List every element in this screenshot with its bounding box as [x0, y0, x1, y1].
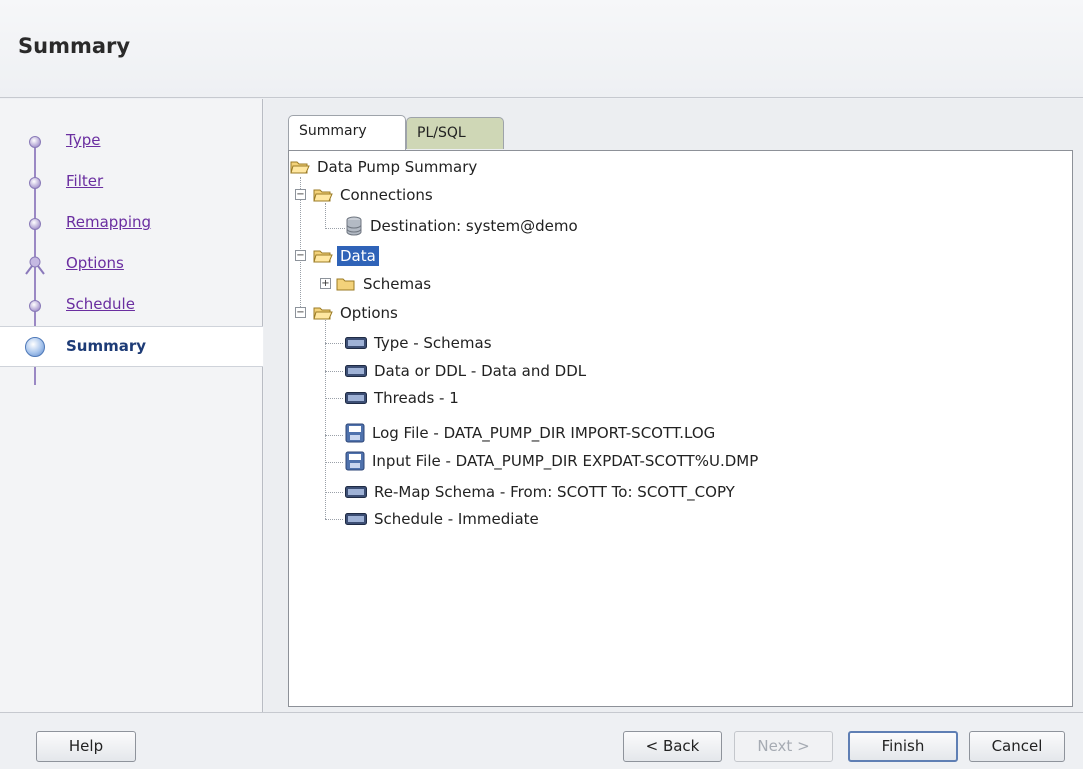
step-schedule-link[interactable]: Schedule	[66, 295, 135, 313]
tree-connector	[325, 435, 343, 436]
step-options-link[interactable]: Options	[66, 254, 124, 272]
folder-open-icon	[313, 250, 333, 263]
tree-node-label: Type - Schemas	[374, 334, 492, 352]
current-step-icon	[25, 337, 45, 357]
tree-node-label: Schedule - Immediate	[374, 510, 539, 528]
file-icon	[345, 423, 365, 443]
property-icon	[345, 337, 367, 349]
tree-node-label: Options	[340, 304, 398, 322]
property-icon	[345, 513, 367, 525]
tree-connector	[325, 462, 343, 463]
tree-connector	[325, 315, 326, 519]
tree-node-connections[interactable]: Connections	[313, 183, 436, 207]
step-remapping[interactable]: Remapping	[0, 203, 263, 244]
tree-node-label: Schemas	[363, 275, 432, 293]
tree-node-root[interactable]: Data Pump Summary	[290, 155, 480, 179]
tab-summary[interactable]: Summary	[288, 115, 406, 150]
step-options[interactable]: Options	[0, 244, 263, 285]
expand-icon[interactable]: +	[320, 278, 331, 289]
step-filter-link[interactable]: Filter	[66, 172, 103, 190]
tree-node-label: Log File - DATA_PUMP_DIR IMPORT-SCOTT.LO…	[372, 424, 716, 442]
back-button[interactable]: < Back	[623, 731, 722, 762]
step-bead-icon	[29, 136, 41, 148]
file-icon	[345, 451, 365, 471]
tree-node-label-selected: Data	[337, 246, 379, 266]
tree-node-label: Connections	[340, 186, 433, 204]
step-type[interactable]: Type	[0, 121, 263, 162]
step-bead-icon	[29, 218, 41, 230]
tree-node-option[interactable]: Input File - DATA_PUMP_DIR EXPDAT-SCOTT%…	[345, 449, 761, 473]
tree-node-schemas[interactable]: Schemas	[336, 272, 434, 296]
page-title: Summary	[18, 34, 131, 58]
tab-plsql[interactable]: PL/SQL	[406, 117, 504, 149]
step-summary[interactable]: Summary	[0, 326, 263, 367]
tree-connector	[325, 228, 345, 229]
property-icon	[345, 486, 367, 498]
step-type-link[interactable]: Type	[66, 131, 100, 149]
summary-tree[interactable]: Data Pump Summary − Connections Destinat…	[288, 150, 1073, 707]
tree-node-options[interactable]: Options	[313, 301, 401, 325]
collapse-icon[interactable]: −	[295, 307, 306, 318]
step-bead-icon	[29, 177, 41, 189]
wizard-header: Summary	[0, 0, 1083, 98]
tree-node-label: Data or DDL - Data and DDL	[374, 362, 587, 380]
help-button[interactable]: Help	[36, 731, 136, 762]
step-summary-label: Summary	[66, 337, 147, 355]
property-icon	[345, 365, 367, 377]
collapse-icon[interactable]: −	[295, 250, 306, 261]
tree-node-label: Data Pump Summary	[317, 158, 478, 176]
tree-node-label: Input File - DATA_PUMP_DIR EXPDAT-SCOTT%…	[372, 452, 759, 470]
step-bead-icon	[29, 300, 41, 312]
folder-closed-icon	[336, 278, 355, 291]
step-schedule[interactable]: Schedule	[0, 285, 263, 326]
step-branch-icon	[24, 256, 46, 280]
tree-node-option[interactable]: Re-Map Schema - From: SCOTT To: SCOTT_CO…	[345, 480, 738, 504]
property-icon	[345, 392, 367, 404]
tree-node-label: Re-Map Schema - From: SCOTT To: SCOTT_CO…	[374, 483, 735, 501]
tree-node-option[interactable]: Threads - 1	[345, 386, 462, 410]
tree-node-data[interactable]: Data	[313, 244, 379, 268]
tree-connector	[325, 519, 343, 520]
wizard-steps-panel: Type Filter Remapping Options Schedule S…	[0, 99, 263, 712]
tree-node-label: Threads - 1	[374, 389, 459, 407]
folder-open-icon	[290, 161, 310, 174]
tree-connector	[325, 343, 343, 344]
folder-open-icon	[313, 307, 333, 320]
tree-node-option[interactable]: Schedule - Immediate	[345, 507, 542, 531]
tree-node-destination[interactable]: Destination: system@demo	[345, 214, 581, 238]
folder-open-icon	[313, 189, 333, 202]
tree-node-label: Destination: system@demo	[370, 217, 578, 235]
step-filter[interactable]: Filter	[0, 162, 263, 203]
next-button[interactable]: Next >	[734, 731, 833, 762]
step-remapping-link[interactable]: Remapping	[66, 213, 151, 231]
database-icon	[346, 216, 362, 236]
tree-connector	[325, 492, 343, 493]
tree-node-option[interactable]: Type - Schemas	[345, 331, 495, 355]
collapse-icon[interactable]: −	[295, 189, 306, 200]
tree-connector	[325, 371, 343, 372]
footer-divider	[0, 712, 1083, 713]
tree-node-option[interactable]: Log File - DATA_PUMP_DIR IMPORT-SCOTT.LO…	[345, 421, 718, 445]
tree-node-option[interactable]: Data or DDL - Data and DDL	[345, 359, 589, 383]
cancel-button[interactable]: Cancel	[969, 731, 1065, 762]
tree-connector	[325, 398, 343, 399]
finish-button[interactable]: Finish	[848, 731, 958, 762]
